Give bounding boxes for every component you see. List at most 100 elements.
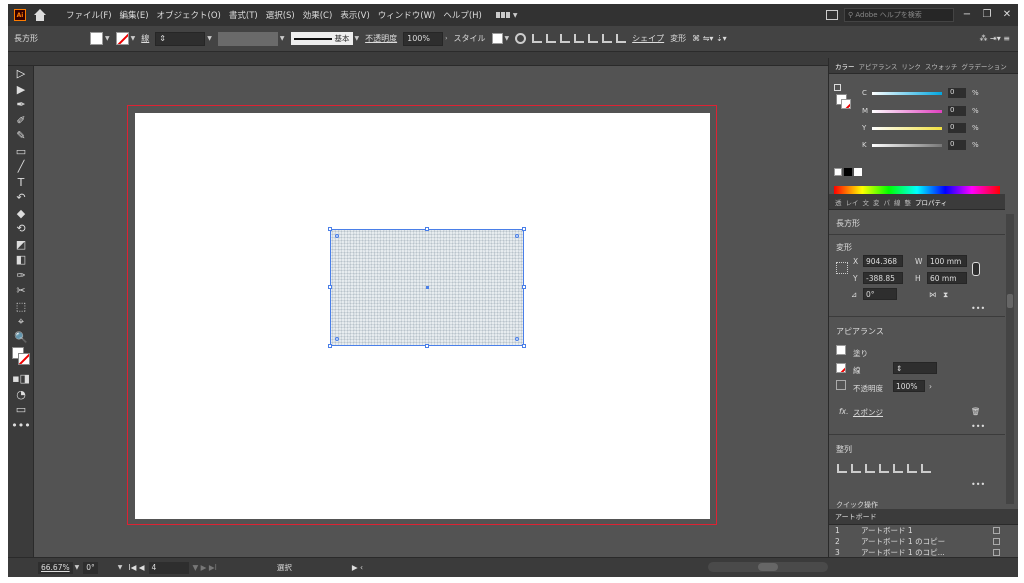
corner-widget-tl[interactable]: [335, 234, 339, 238]
tab-layers[interactable]: レイ: [846, 197, 859, 207]
flip-icons[interactable]: ⌘ ⇋▾ ⇣▾: [692, 34, 727, 43]
artboard-options-icon[interactable]: [993, 549, 1000, 556]
fill-stroke-swatches[interactable]: [8, 345, 34, 371]
tab-swatches[interactable]: スウォッチ: [925, 61, 958, 71]
appearance-stroke-swatch[interactable]: [836, 363, 846, 373]
handle-left[interactable]: [328, 285, 332, 289]
black-swatch[interactable]: [844, 168, 852, 176]
appearance-fill-swatch[interactable]: [836, 345, 846, 355]
effect-link[interactable]: スポンジ: [853, 407, 883, 418]
stroke-swatch[interactable]: ▼: [115, 32, 135, 45]
tab-color[interactable]: カラー: [835, 61, 855, 71]
magenta-value[interactable]: 0: [948, 106, 966, 116]
menu-select[interactable]: 選択(S): [262, 9, 299, 21]
eraser-tool-icon[interactable]: ◆: [8, 206, 34, 222]
rotate-angle-field[interactable]: 0°: [863, 288, 897, 300]
rotation-field[interactable]: 0°: [83, 561, 98, 574]
reference-point-icon[interactable]: [836, 262, 848, 274]
recolor-icon[interactable]: [515, 33, 527, 44]
graphic-style-swatch[interactable]: ▼: [491, 33, 509, 44]
default-colors-icon[interactable]: [834, 84, 841, 91]
cyan-slider[interactable]: [872, 91, 942, 95]
status-arrow-icon[interactable]: ▶ ‹: [352, 563, 363, 572]
zoom-tool-icon[interactable]: 🔍: [8, 330, 34, 346]
menu-view[interactable]: 表示(V): [336, 9, 373, 21]
curvature-tool-icon[interactable]: ✐: [8, 113, 34, 129]
selected-rectangle[interactable]: [328, 227, 526, 348]
tab-transparency[interactable]: 透: [835, 197, 842, 207]
handle-bottom-right[interactable]: [522, 344, 526, 348]
zoom-field[interactable]: 66.67%: [38, 561, 73, 574]
handle-top[interactable]: [425, 227, 429, 231]
delete-effect-icon[interactable]: 🗑: [971, 407, 981, 416]
shape-builder-tool-icon[interactable]: ◩: [8, 237, 34, 253]
opacity-label[interactable]: 不透明度: [365, 33, 397, 44]
handle-top-left[interactable]: [328, 227, 332, 231]
tab-gradient[interactable]: グラデーション: [961, 61, 1006, 71]
panel-stroke-icon[interactable]: [841, 99, 851, 109]
cyan-value[interactable]: 0: [948, 88, 966, 98]
black-slider-row[interactable]: K 0 %: [862, 140, 1002, 150]
stroke-weight-field[interactable]: ⇕ ▼: [155, 31, 212, 46]
black-value[interactable]: 0: [948, 140, 966, 150]
white-swatch[interactable]: [854, 168, 862, 176]
corner-widget-bl[interactable]: [335, 337, 339, 341]
panel-menu-icon[interactable]: ⁂ ⇥▾ ≡: [979, 34, 1010, 43]
rotate-tool-icon[interactable]: ↶: [8, 190, 34, 206]
artboard-options-icon[interactable]: [993, 527, 1000, 534]
opacity-more-icon[interactable]: ›: [929, 382, 932, 391]
handle-right[interactable]: [522, 285, 526, 289]
rectangle-tool-icon[interactable]: ▭: [8, 144, 34, 160]
canvas-area[interactable]: [35, 67, 828, 557]
scissors-tool-icon[interactable]: ✂: [8, 283, 34, 299]
drawing-mode-icon[interactable]: ◔: [8, 387, 34, 403]
horizontal-scrollbar[interactable]: [708, 562, 828, 572]
line-tool-icon[interactable]: ╱: [8, 159, 34, 175]
align-buttons[interactable]: [532, 34, 627, 43]
tab-character[interactable]: 文: [863, 197, 870, 207]
hand-tool-icon[interactable]: ⌖: [8, 314, 34, 330]
fill-swatch[interactable]: ▼: [90, 32, 110, 45]
help-search-input[interactable]: ⚲ Adobe ヘルプを検索: [844, 8, 954, 22]
artboard-row[interactable]: 1 アートボード 1: [829, 525, 1018, 536]
menu-help[interactable]: ヘルプ(H): [439, 9, 486, 21]
eyedropper-tool-icon[interactable]: ✑: [8, 268, 34, 284]
gradient-tool-icon[interactable]: ◧: [8, 252, 34, 268]
quick-swatches[interactable]: [834, 168, 862, 176]
black-slider[interactable]: [872, 143, 942, 147]
restore-button[interactable]: ❐: [980, 8, 994, 22]
menu-file[interactable]: ファイル(F): [62, 9, 116, 21]
handle-top-right[interactable]: [522, 227, 526, 231]
transform-more-button[interactable]: •••: [971, 304, 985, 313]
artboard-tool-icon[interactable]: ⬚: [8, 299, 34, 315]
stroke-profile-select[interactable]: 基本 ▼: [290, 32, 359, 45]
transform-button[interactable]: 変形: [670, 33, 686, 44]
none-swatch[interactable]: [834, 168, 842, 176]
h-field[interactable]: 60 mm: [927, 272, 967, 284]
direct-selection-tool-icon[interactable]: ▶: [8, 82, 34, 98]
w-field[interactable]: 100 mm: [927, 255, 967, 267]
magenta-slider[interactable]: [872, 109, 942, 113]
minimize-button[interactable]: −: [960, 8, 974, 22]
tab-align[interactable]: 整: [905, 197, 912, 207]
arrange-documents-icon[interactable]: [826, 10, 838, 20]
constrain-proportions-icon[interactable]: [972, 262, 980, 276]
width-tool-icon[interactable]: ⟲: [8, 221, 34, 237]
tab-links[interactable]: リンク: [901, 61, 921, 71]
align-more-button[interactable]: •••: [971, 480, 985, 489]
type-tool-icon[interactable]: T: [8, 175, 34, 191]
tab-pathfinder[interactable]: パ: [884, 197, 891, 207]
menu-effect[interactable]: 効果(C): [299, 9, 337, 21]
home-icon[interactable]: [34, 9, 46, 21]
shape-button[interactable]: シェイプ: [632, 33, 664, 44]
tab-appearance[interactable]: アピアランス: [859, 61, 898, 71]
handle-bottom-left[interactable]: [328, 344, 332, 348]
corner-widget-br[interactable]: [515, 337, 519, 341]
artboard-navigator-field[interactable]: 4: [148, 561, 189, 574]
y-field[interactable]: -388.85: [863, 272, 903, 284]
opacity-props-field[interactable]: 100%: [893, 380, 925, 392]
workspace-switcher-icon[interactable]: ▼: [495, 12, 518, 19]
appearance-more-button[interactable]: •••: [971, 422, 985, 431]
next-artboard-button[interactable]: ▼ ▶ ▶I: [193, 563, 217, 572]
flip-horizontal-icon[interactable]: ⋈: [929, 290, 937, 299]
